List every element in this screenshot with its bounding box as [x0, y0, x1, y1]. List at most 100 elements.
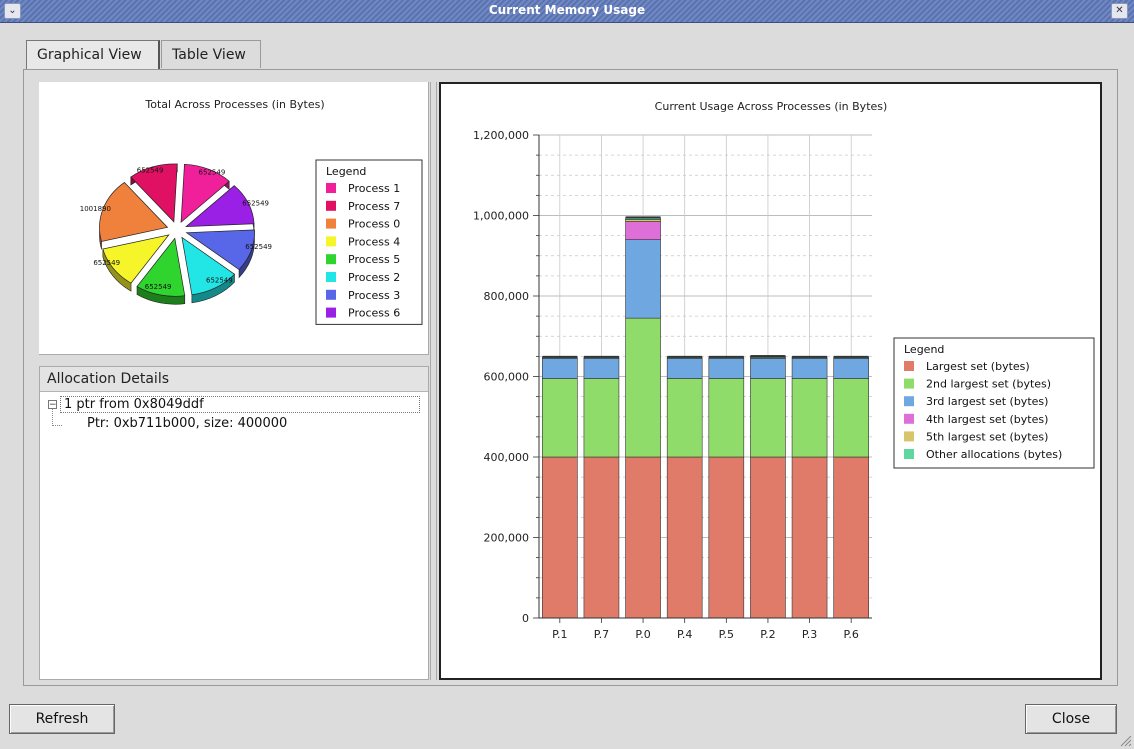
bar-legend-label: Other allocations (bytes) — [926, 448, 1062, 461]
y-tick-label: 200,000 — [484, 532, 530, 545]
x-tick-label: P.3 — [802, 628, 817, 641]
pie-chart: Total Across Processes (in Bytes) 652549… — [80, 98, 423, 325]
allocation-details-header: Allocation Details — [40, 367, 428, 392]
x-tick-label: P.6 — [843, 628, 858, 641]
allocation-details-panel: Allocation Details − 1 ptr from 0x8049dd… — [39, 366, 429, 680]
bar-segment — [708, 358, 745, 379]
tab-graphical-view[interactable]: Graphical View — [26, 40, 160, 70]
tab-table-view[interactable]: Table View — [161, 40, 261, 68]
pie-legend-label: Process 3 — [348, 289, 400, 302]
bar-segment — [833, 358, 869, 379]
resize-grip-icon[interactable] — [1118, 733, 1132, 747]
bar-cap — [792, 355, 828, 358]
bar-segment — [666, 358, 703, 379]
tree-connector — [52, 425, 62, 427]
bar-legend-swatch — [904, 378, 914, 389]
pie-legend-label: Process 4 — [348, 235, 400, 248]
bar-segment — [750, 378, 786, 458]
close-button-label: Close — [1051, 711, 1091, 727]
pie-legend-label: Process 5 — [348, 253, 400, 266]
pie-legend-swatch — [326, 307, 336, 318]
x-tick-label: P.2 — [760, 628, 775, 641]
bar-segment — [625, 219, 661, 222]
window-title: Current Memory Usage — [488, 3, 646, 17]
bar-segment — [625, 456, 661, 619]
pie-slice-label: 652549 — [93, 259, 120, 267]
bar-legend-title: Legend — [904, 343, 944, 356]
bar-legend-label: 3rd largest set (bytes) — [926, 395, 1048, 408]
bar-legend-swatch — [904, 361, 914, 371]
tree-node-label: 1 ptr from 0x8049ddf — [64, 397, 204, 412]
bar-legend-swatch — [904, 413, 914, 424]
bar-legend-label: 4th largest set (bytes) — [926, 413, 1048, 426]
pie-legend-swatch — [326, 272, 336, 282]
y-tick-label: 1,200,000 — [473, 129, 529, 142]
bar-cap — [625, 216, 661, 219]
close-icon[interactable]: ✕ — [1111, 3, 1128, 19]
pie-legend-swatch — [326, 218, 336, 229]
x-tick-label: P.5 — [719, 628, 734, 641]
refresh-button-label: Refresh — [35, 711, 89, 727]
pie-legend-swatch — [326, 183, 336, 193]
tree-node-child[interactable]: Ptr: 0xb711b000, size: 400000 — [87, 416, 287, 431]
horizontal-splitter[interactable] — [39, 355, 429, 365]
bar-segment — [542, 456, 578, 619]
pie-legend-swatch — [326, 200, 336, 211]
pie-slice-label: 652549 — [145, 283, 172, 291]
bar-legend-label: 5th largest set (bytes) — [926, 430, 1048, 443]
bar-cap — [708, 355, 744, 358]
bar-segment — [625, 317, 661, 458]
tree-node-label: Ptr: 0xb711b000, size: 400000 — [87, 416, 288, 431]
close-button[interactable]: Close — [1025, 704, 1117, 734]
x-tick-label: P.0 — [635, 628, 650, 641]
bar-legend-swatch — [904, 431, 914, 442]
tab-label: Graphical View — [37, 47, 142, 63]
tree-node-root[interactable]: 1 ptr from 0x8049ddf — [60, 396, 420, 413]
bar-legend-label: 2nd largest set (bytes) — [926, 378, 1051, 391]
bar-chart: Current Usage Across Processes (in Bytes… — [473, 100, 1095, 641]
refresh-button[interactable]: Refresh — [9, 704, 115, 734]
tree-connector — [52, 409, 54, 426]
y-tick-label: 400,000 — [484, 451, 530, 464]
pie-slice-label: 1001890 — [80, 205, 111, 213]
y-tick-label: 800,000 — [484, 290, 530, 303]
bar-segment — [666, 378, 703, 458]
bar-segment — [791, 378, 828, 458]
y-tick-label: 1,000,000 — [473, 210, 529, 223]
bar-segment — [542, 378, 578, 458]
x-tick-label: P.7 — [594, 628, 609, 641]
y-tick-label: 600,000 — [484, 371, 530, 384]
bar-segment — [750, 358, 786, 379]
pie-legend-swatch — [326, 289, 336, 300]
vertical-splitter[interactable] — [430, 82, 437, 680]
tree-collapse-icon[interactable]: − — [48, 400, 57, 410]
pie-legend-label: Process 0 — [348, 218, 400, 231]
bar-segment — [583, 358, 620, 379]
pie-legend-label: Process 1 — [348, 182, 400, 195]
bar-segment — [833, 378, 869, 458]
bar-segment — [583, 378, 620, 458]
bar-segment — [542, 358, 578, 379]
bar-segment — [708, 456, 745, 619]
bar-segment — [708, 378, 745, 458]
bar-cap — [542, 355, 578, 358]
bar-chart-panel: Current Usage Across Processes (in Bytes… — [439, 82, 1102, 680]
pie-chart-panel: Total Across Processes (in Bytes) 652549… — [39, 82, 429, 355]
pie-title: Total Across Processes (in Bytes) — [144, 98, 324, 111]
bar-cap — [833, 355, 869, 358]
bar-title: Current Usage Across Processes (in Bytes… — [655, 100, 888, 113]
bar-segment — [791, 358, 828, 379]
bar-cap — [583, 355, 619, 358]
x-tick-label: P.4 — [677, 628, 692, 641]
pie-legend-label: Process 2 — [348, 271, 400, 284]
pie-legend-label: Process 6 — [348, 307, 400, 320]
bar-legend-swatch — [904, 449, 914, 459]
pie-legend-swatch — [326, 254, 336, 265]
pie-slice-label: 652549 — [206, 277, 233, 285]
pie-slice-label: 652549 — [242, 200, 269, 208]
bar-cap — [667, 355, 703, 358]
bar-segment — [625, 239, 661, 319]
pie-slice-label: 652549 — [245, 243, 272, 251]
bar-segment — [625, 221, 661, 240]
pie-slice-label: 652549 — [199, 169, 226, 177]
